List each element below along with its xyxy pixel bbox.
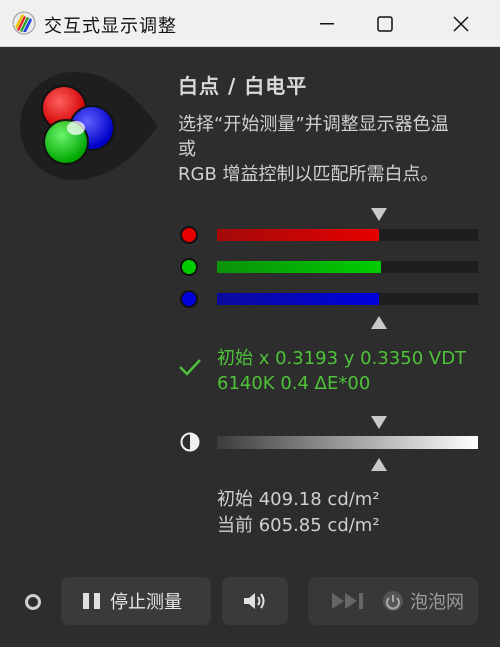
green-channel-dot (180, 258, 198, 276)
blue-gain-fill (217, 293, 379, 305)
watermark-text: 泡泡网 (410, 592, 464, 613)
status-line: 初始 x 0.3193 y 0.3350 VDT (217, 348, 467, 369)
target-marker-top (371, 208, 387, 221)
minimize-icon (320, 22, 334, 24)
app-logo-icon (12, 11, 36, 35)
luminance-line: 初始 409.18 cd/m² (217, 489, 380, 510)
luminance-target-marker (371, 416, 387, 429)
pause-icon (83, 593, 100, 609)
contrast-icon (180, 432, 200, 452)
green-gain-bar (217, 261, 478, 273)
status-line: 6140K 0.4 ΔE*00 (217, 373, 371, 394)
instruction-line: 或 (178, 139, 196, 160)
speaker-icon (244, 593, 265, 609)
watermark-logo-icon (383, 591, 403, 611)
stop-measurement-label: 停止测量 (110, 592, 182, 613)
red-gain-bar (217, 229, 478, 241)
blue-channel-dot (180, 290, 198, 308)
rgb-colorimeter-icon (20, 72, 158, 180)
title-bar: 交互式显示调整 (0, 0, 500, 47)
red-gain-fill (217, 229, 379, 241)
sound-button[interactable] (222, 577, 288, 625)
minimize-button[interactable] (298, 0, 356, 47)
luminance-line: 当前 605.85 cd/m² (217, 515, 380, 536)
maximize-button[interactable] (356, 0, 414, 47)
window-title: 交互式显示调整 (44, 16, 177, 37)
instruction-line: 选择“开始测量”并调整显示器色温 (178, 114, 449, 135)
checkmark-icon (179, 359, 201, 376)
luminance-current-marker (371, 458, 387, 471)
measurement-status: 初始 x 0.3193 y 0.3350 VDT 6140K 0.4 ΔE*00 (217, 346, 466, 396)
current-marker-bottom (371, 316, 387, 329)
next-step-button[interactable]: 泡泡网 (308, 577, 478, 625)
stop-measurement-button[interactable]: 停止测量 (61, 577, 211, 625)
instruction-line: RGB 增益控制以匹配所需白点。 (178, 164, 439, 185)
maximize-icon (377, 15, 393, 32)
luminance-readout: 初始 409.18 cd/m² 当前 605.85 cd/m² (217, 487, 380, 539)
luminance-bar (217, 436, 478, 449)
blue-gain-bar (217, 293, 478, 305)
close-button[interactable] (432, 0, 490, 47)
instruction-text: 选择“开始测量”并调整显示器色温 或 RGB 增益控制以匹配所需白点。 (178, 112, 478, 187)
page-title: 白点 / 白电平 (178, 74, 308, 98)
measurement-indicator-icon (25, 594, 41, 610)
green-gain-fill (217, 261, 382, 273)
skip-next-icon (332, 593, 363, 609)
close-icon (453, 15, 469, 32)
red-channel-dot (180, 226, 198, 244)
